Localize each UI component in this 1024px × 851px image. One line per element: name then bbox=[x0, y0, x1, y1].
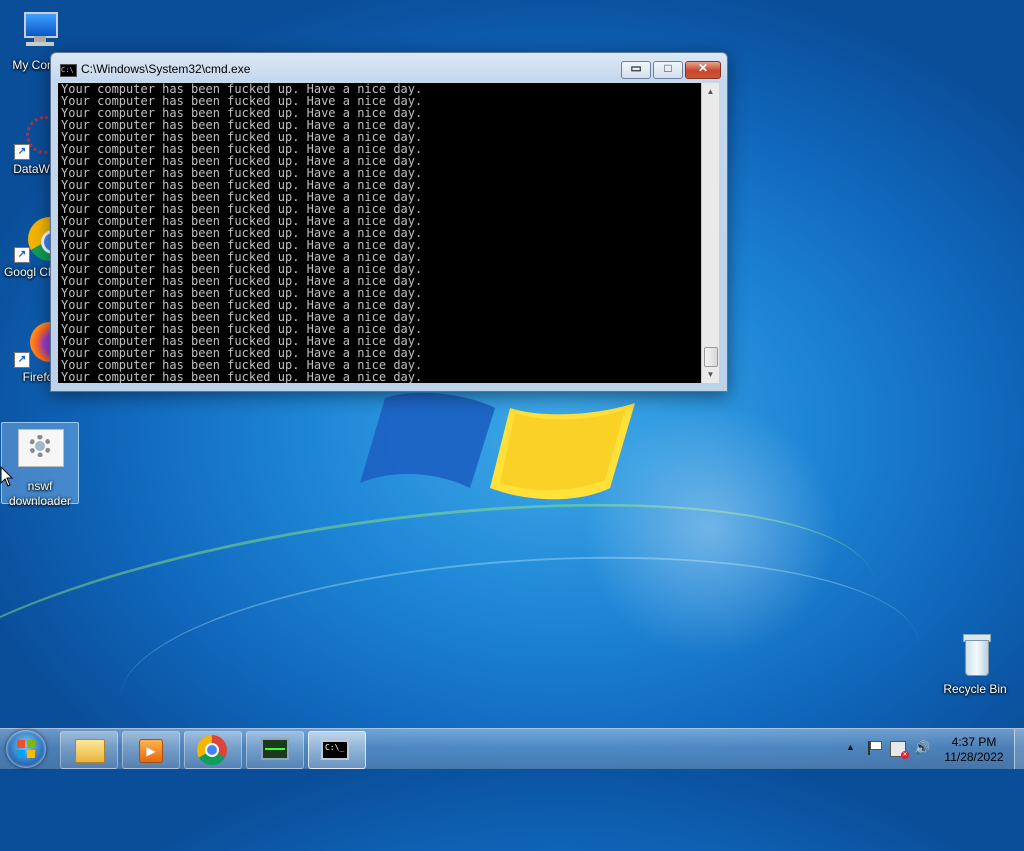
scroll-down-arrow-icon[interactable]: ▼ bbox=[702, 366, 719, 383]
computer-icon bbox=[14, 8, 62, 56]
taskbar-button-explorer[interactable] bbox=[60, 731, 118, 769]
maximize-icon: □ bbox=[664, 61, 672, 75]
window-titlebar[interactable]: C:\ C:\Windows\System32\cmd.exe ▭ □ ✕ bbox=[51, 53, 727, 83]
windows-logo-wallpaper bbox=[360, 392, 635, 500]
scroll-up-arrow-icon[interactable]: ▲ bbox=[702, 83, 719, 100]
taskbar-button-cmd[interactable]: C:\_ bbox=[308, 731, 366, 769]
show-hidden-icons-button[interactable]: ▲ bbox=[846, 742, 855, 752]
shortcut-arrow-icon: ↗ bbox=[14, 352, 30, 368]
media-player-icon: ▶ bbox=[139, 739, 163, 763]
taskbar-button-task-manager[interactable] bbox=[246, 731, 304, 769]
desktop-icon-recycle-bin[interactable]: Recycle Bin bbox=[937, 632, 1013, 697]
cmd-icon: C:\ bbox=[60, 64, 77, 77]
scrollbar-thumb[interactable] bbox=[704, 347, 718, 367]
console-output[interactable]: Your computer has been fucked up. Have a… bbox=[58, 83, 701, 383]
shortcut-arrow-icon: ↗ bbox=[14, 247, 30, 263]
volume-icon[interactable]: 🔊 bbox=[914, 740, 930, 756]
recycle-bin-icon bbox=[951, 632, 999, 680]
taskbar: ▶ C:\_ ▲ ✕ 🔊 4:37 PM 11/28/2022 bbox=[0, 728, 1024, 769]
notification-area: ▲ ✕ 🔊 bbox=[840, 729, 936, 769]
cmd-icon: C:\_ bbox=[321, 740, 349, 760]
vertical-scrollbar[interactable]: ▲ ▼ bbox=[701, 83, 719, 383]
action-center-flag-icon[interactable] bbox=[868, 741, 882, 755]
windows-start-icon bbox=[17, 740, 35, 758]
show-desktop-button[interactable] bbox=[1014, 729, 1024, 769]
clock-date: 11/28/2022 bbox=[944, 750, 1004, 764]
maximize-button[interactable]: □ bbox=[653, 61, 683, 79]
desktop-icon-label: nswf downloader bbox=[8, 479, 72, 508]
system-clock[interactable]: 4:37 PM 11/28/2022 bbox=[936, 735, 1012, 765]
mouse-cursor-icon bbox=[0, 466, 14, 487]
start-button[interactable] bbox=[6, 730, 46, 768]
minimize-icon: ▭ bbox=[630, 61, 642, 75]
console-line: Your computer has been fucked up. Have a… bbox=[61, 370, 423, 383]
close-button[interactable]: ✕ bbox=[685, 61, 721, 79]
shortcut-arrow-icon: ↗ bbox=[14, 144, 30, 160]
clock-time: 4:37 PM bbox=[951, 735, 997, 749]
network-icon[interactable]: ✕ bbox=[890, 741, 909, 759]
desktop-icon-label: Firefo bbox=[22, 370, 54, 384]
minimize-button[interactable]: ▭ bbox=[621, 61, 651, 79]
close-icon: ✕ bbox=[697, 61, 709, 75]
settings-gear-icon bbox=[16, 429, 64, 477]
desktop-icon-nswf-downloader[interactable]: nswf downloader bbox=[1, 422, 79, 508]
window-title: C:\Windows\System32\cmd.exe bbox=[81, 62, 251, 76]
taskbar-button-media-player[interactable]: ▶ bbox=[122, 731, 180, 769]
desktop-icon-label: Recycle Bin bbox=[943, 682, 1007, 696]
cmd-window[interactable]: C:\ C:\Windows\System32\cmd.exe ▭ □ ✕ Yo… bbox=[50, 52, 728, 392]
task-manager-icon bbox=[261, 738, 289, 760]
taskbar-button-chrome[interactable] bbox=[184, 731, 242, 769]
windows-explorer-icon bbox=[75, 739, 105, 763]
